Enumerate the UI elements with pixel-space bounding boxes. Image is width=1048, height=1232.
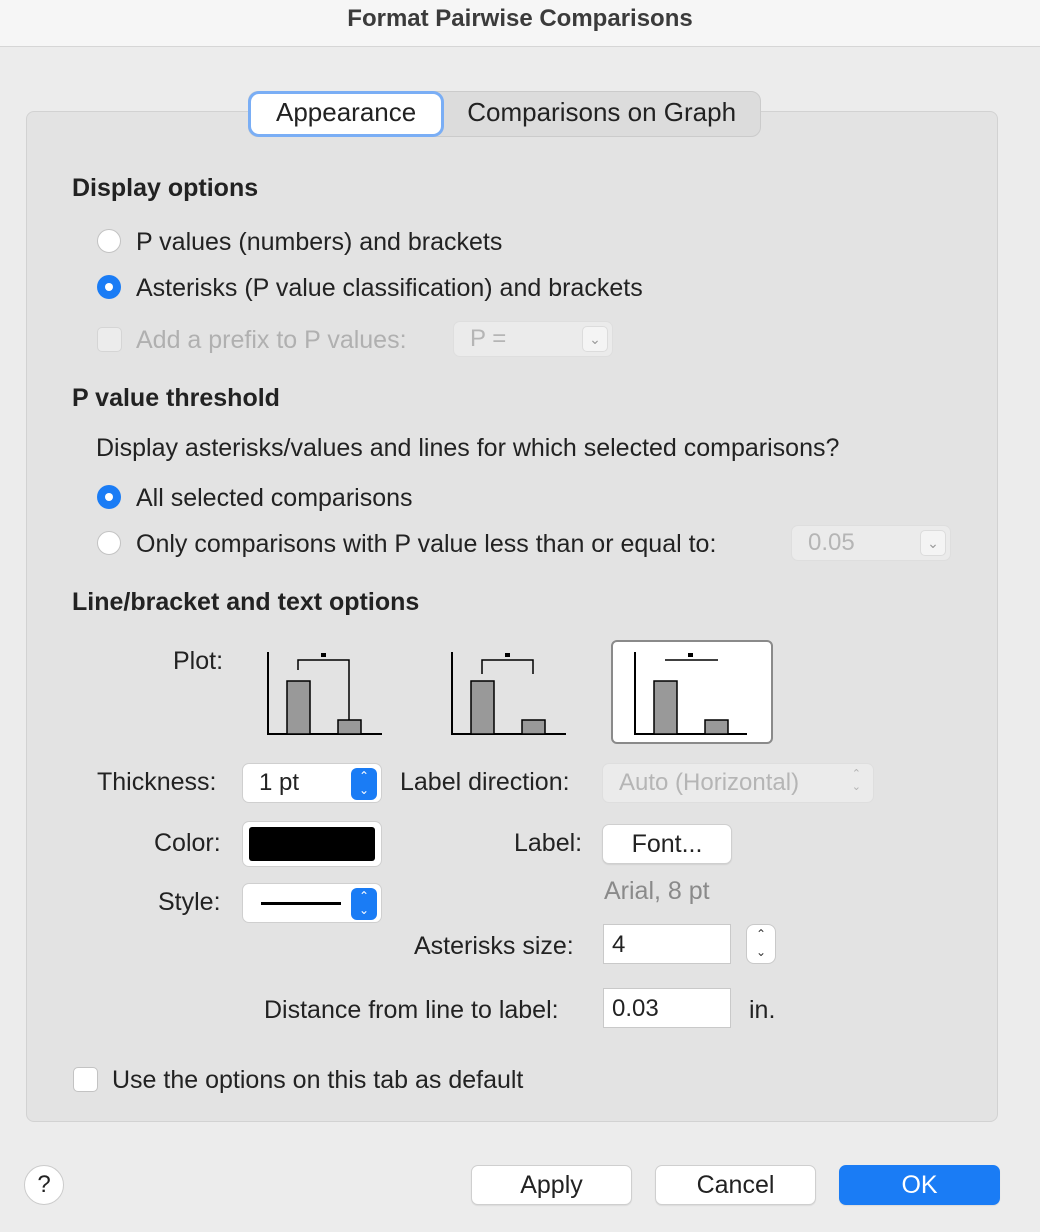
distance-label: Distance from line to label:	[264, 996, 559, 1024]
plot-option-3[interactable]	[611, 640, 773, 744]
label-direction-value: Auto (Horizontal)	[619, 769, 800, 796]
default-checkbox[interactable]	[73, 1067, 98, 1092]
up-down-chevrons-icon: ⌃ ⌄	[755, 927, 767, 959]
plot-label: Plot:	[173, 647, 224, 675]
prefix-checkbox[interactable]	[97, 327, 122, 352]
label-direction-label: Label direction:	[400, 768, 570, 796]
dialog-window: Format Pairwise Comparisons Appearance C…	[0, 0, 1041, 1232]
distance-input[interactable]: 0.03	[603, 988, 731, 1028]
distance-unit: in.	[749, 996, 776, 1024]
chevron-down-icon: ⌄	[920, 530, 946, 556]
thickness-value: 1 pt	[259, 769, 300, 796]
radio-pvalues[interactable]	[97, 229, 121, 253]
asterisks-size-stepper[interactable]: ⌃ ⌄	[746, 924, 776, 964]
threshold-question: Display asterisks/values and lines for w…	[96, 434, 840, 462]
tab-bar: Appearance Comparisons on Graph	[248, 91, 762, 137]
line-style-preview	[261, 902, 341, 905]
radio-only-threshold-label: Only comparisons with P value less than …	[136, 530, 717, 558]
radio-asterisks-label: Asterisks (P value classification) and b…	[136, 274, 643, 302]
thickness-label: Thickness:	[97, 768, 217, 796]
radio-asterisks[interactable]	[97, 275, 121, 299]
radio-all-selected-label: All selected comparisons	[136, 484, 413, 512]
thickness-select[interactable]: 1 pt ⌃ ⌄	[242, 763, 382, 803]
radio-pvalues-label: P values (numbers) and brackets	[136, 228, 503, 256]
plot-option-1[interactable]	[250, 640, 412, 744]
window-title: Format Pairwise Comparisons	[0, 0, 1040, 47]
style-select[interactable]: ⌃ ⌄	[242, 883, 382, 923]
up-down-chevrons-icon: ⌃ ⌄	[351, 888, 377, 920]
radio-only-threshold[interactable]	[97, 531, 121, 555]
threshold-select-value: 0.05	[808, 529, 855, 556]
tab-comparisons-on-graph[interactable]: Comparisons on Graph	[443, 92, 760, 136]
color-swatch	[249, 827, 375, 861]
help-icon[interactable]: ?	[24, 1165, 64, 1205]
font-button[interactable]: Font...	[602, 824, 732, 864]
up-down-chevrons-icon: ⌃ ⌄	[351, 768, 377, 800]
font-description: Arial, 8 pt	[604, 877, 710, 905]
ok-button[interactable]: OK	[839, 1165, 1000, 1205]
bar-bracket-plot-icon	[267, 652, 382, 735]
threshold-heading: P value threshold	[72, 384, 280, 412]
plot-option-2[interactable]	[434, 640, 596, 744]
cancel-button[interactable]: Cancel	[655, 1165, 816, 1205]
asterisks-size-input[interactable]: 4	[603, 924, 731, 964]
label-direction-select[interactable]: Auto (Horizontal) ⌃ ⌄	[602, 763, 874, 803]
tab-appearance[interactable]: Appearance	[251, 94, 442, 134]
chevron-down-icon: ⌄	[582, 326, 608, 352]
bar-bracket-plot-icon	[634, 652, 747, 735]
default-checkbox-label: Use the options on this tab as default	[112, 1066, 524, 1094]
asterisks-size-label: Asterisks size:	[414, 932, 574, 960]
line-text-heading: Line/bracket and text options	[72, 588, 420, 616]
bar-bracket-plot-icon	[451, 652, 566, 735]
style-label: Style:	[158, 888, 221, 916]
background-edge	[1040, 0, 1048, 1232]
radio-all-selected[interactable]	[97, 485, 121, 509]
color-label: Color:	[154, 829, 221, 857]
label-label: Label:	[514, 829, 583, 857]
apply-button[interactable]: Apply	[471, 1165, 632, 1205]
threshold-select[interactable]: 0.05 ⌄	[791, 525, 951, 561]
prefix-select[interactable]: P = ⌄	[453, 321, 613, 357]
prefix-label: Add a prefix to P values:	[136, 326, 407, 354]
prefix-select-value: P =	[470, 325, 507, 352]
display-options-heading: Display options	[72, 174, 259, 202]
color-well[interactable]	[242, 821, 382, 867]
up-down-chevrons-icon: ⌃ ⌄	[851, 768, 861, 793]
